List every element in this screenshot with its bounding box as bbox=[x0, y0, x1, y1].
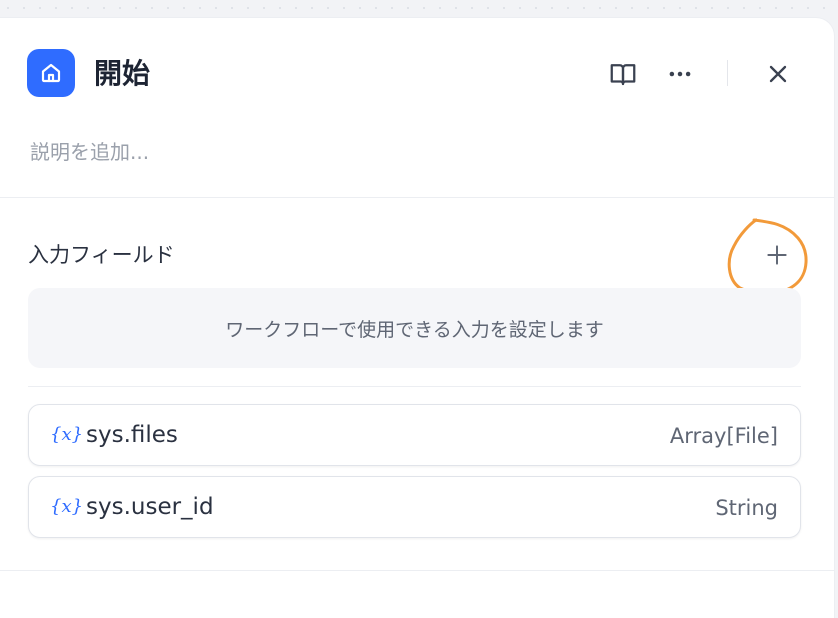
empty-state-text: ワークフローで使用できる入力を設定します bbox=[225, 318, 604, 341]
plus-icon bbox=[767, 245, 787, 265]
input-fields-empty-state: ワークフローで使用できる入力を設定します bbox=[28, 288, 801, 368]
variable-icon: {x} bbox=[50, 496, 84, 517]
more-options-button[interactable] bbox=[664, 58, 696, 90]
variable-icon: {x} bbox=[50, 424, 84, 445]
close-button[interactable] bbox=[762, 58, 794, 90]
add-input-field-button[interactable] bbox=[760, 238, 794, 272]
variable-type: Array[File] bbox=[669, 424, 778, 448]
node-title[interactable]: 開始 bbox=[94, 56, 150, 92]
book-icon bbox=[610, 64, 636, 86]
close-icon bbox=[769, 65, 787, 83]
variable-type: String bbox=[715, 496, 778, 520]
variable-name: sys.user_id bbox=[86, 494, 214, 520]
node-settings-panel: 開始 説明を追加... 入力フィールド ワークフローで使用できる入力を設定します… bbox=[0, 18, 834, 618]
home-icon bbox=[41, 63, 61, 83]
divider bbox=[28, 386, 801, 387]
description-input[interactable]: 説明を追加... bbox=[30, 138, 149, 166]
header-divider bbox=[727, 60, 728, 86]
divider bbox=[0, 197, 834, 198]
divider bbox=[0, 570, 834, 571]
system-variable-row[interactable]: {x} sys.user_id String bbox=[28, 476, 801, 538]
more-icon bbox=[669, 71, 691, 77]
input-fields-title: 入力フィールド bbox=[28, 243, 175, 267]
variable-name: sys.files bbox=[86, 422, 178, 448]
start-node-icon bbox=[27, 49, 75, 97]
help-docs-button[interactable] bbox=[607, 58, 639, 90]
system-variable-row[interactable]: {x} sys.files Array[File] bbox=[28, 404, 801, 466]
panel-header: 開始 bbox=[0, 18, 834, 128]
